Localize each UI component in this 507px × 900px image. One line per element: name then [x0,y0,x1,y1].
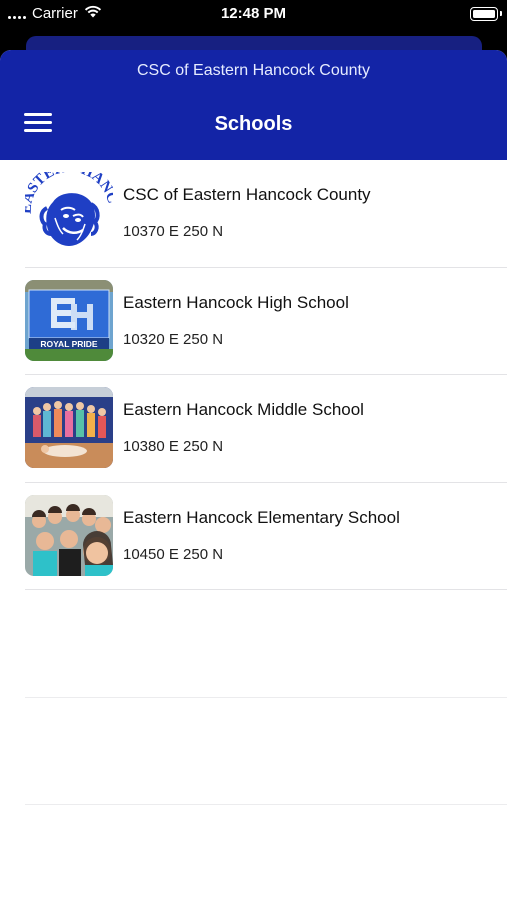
school-list: EASTERN HANCOCK CSC of Eastern Hancock C… [0,160,507,805]
banner-text: ROYAL PRIDE [40,339,97,349]
schools-sheet: CSC of Eastern Hancock County Schools EA… [0,50,507,900]
row-divider [25,804,507,805]
empty-row [0,590,507,698]
list-item[interactable]: ROYAL PRIDE Eastern Hancock High School … [0,268,507,375]
banner-photo: ROYAL PRIDE [25,279,113,361]
group-photo [25,387,113,468]
empty-row [0,698,507,805]
school-name: Eastern Hancock Middle School [123,400,364,419]
school-name: Eastern Hancock High School [123,292,349,312]
status-bar: Carrier 12:48 PM [0,0,507,30]
list-item[interactable]: Eastern Hancock Elementary School 10450 … [0,483,507,590]
lion-logo-icon: EASTERN HANCOCK [25,172,113,253]
school-address: 10450 E 250 N [123,545,224,563]
school-address: 10320 E 250 N [123,330,224,348]
school-name: CSC of Eastern Hancock County [123,185,371,204]
status-time: 12:48 PM [220,5,287,22]
list-item[interactable]: Eastern Hancock Middle School 10380 E 25… [0,375,507,483]
school-address: 10380 E 250 N [123,438,224,455]
selfie-photo [25,494,113,576]
page-title: Schools [214,113,293,135]
battery-icon [470,7,502,21]
school-address: 10370 E 250 N [123,223,224,240]
navigation-header: CSC of Eastern Hancock County Schools [0,50,507,160]
school-name: Eastern Hancock Elementary School [123,507,400,527]
list-item[interactable]: EASTERN HANCOCK CSC of Eastern Hancock C… [0,160,507,268]
organization-title: CSC of Eastern Hancock County [137,62,370,79]
